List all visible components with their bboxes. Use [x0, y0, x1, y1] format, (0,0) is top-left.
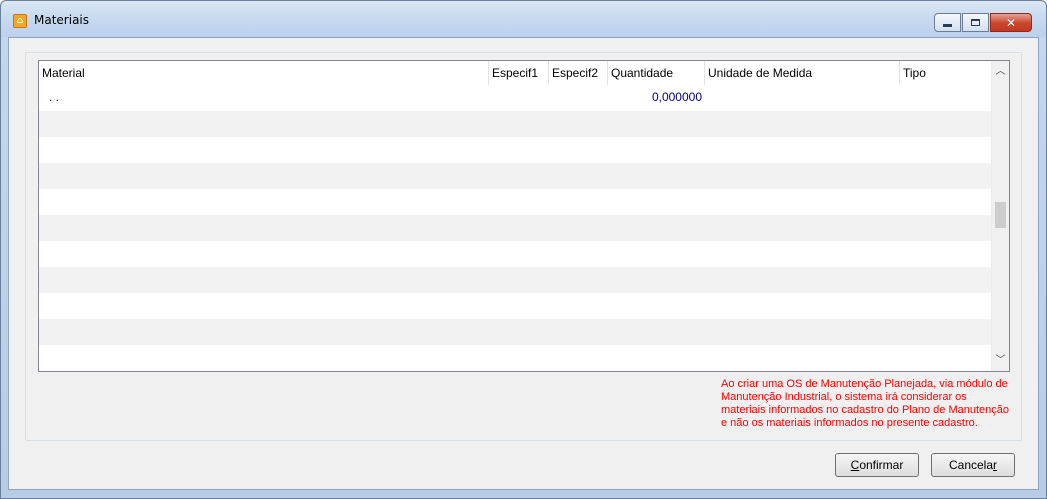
planned-maintenance-notice: Ao criar uma OS de Manutenção Planejada,…: [721, 378, 1010, 429]
minimize-icon: [943, 24, 952, 27]
title-bar[interactable]: ⌂ Materiais ✕: [1, 1, 1046, 37]
table-row[interactable]: [39, 345, 992, 371]
window-title: Materiais: [34, 13, 90, 27]
column-header-especif2[interactable]: Especif2: [549, 61, 608, 85]
minimize-button[interactable]: [934, 13, 961, 32]
chevron-up-icon[interactable]: ︿: [992, 63, 1009, 80]
caption-buttons: ✕: [933, 13, 1032, 32]
cancel-label-start: Cancela: [948, 458, 994, 472]
table-row[interactable]: [39, 319, 992, 345]
grid-header: Material Especif1 Especif2 Quantidade Un…: [39, 61, 992, 85]
scrollbar-thumb[interactable]: [995, 202, 1006, 228]
column-header-material[interactable]: Material: [39, 61, 489, 85]
table-row[interactable]: [39, 137, 992, 163]
cell-tipo[interactable]: [900, 85, 992, 111]
materials-grid[interactable]: Material Especif1 Especif2 Quantidade Un…: [38, 60, 1010, 372]
app-logo-icon: ⌂: [13, 14, 27, 28]
confirm-label-rest: onfirmar: [859, 458, 904, 472]
column-header-unidade-de-medida[interactable]: Unidade de Medida: [705, 61, 900, 85]
confirm-button[interactable]: Confirmar: [835, 453, 919, 477]
table-row[interactable]: [39, 293, 992, 319]
close-button[interactable]: ✕: [990, 13, 1032, 32]
table-row[interactable]: [39, 267, 992, 293]
cell-unidade[interactable]: [705, 85, 900, 111]
table-row[interactable]: . . 0,000000: [39, 85, 992, 111]
cell-quantidade[interactable]: 0,000000: [608, 85, 705, 111]
column-header-quantidade[interactable]: Quantidade: [608, 61, 705, 85]
cancel-mnemonic: r: [993, 458, 998, 472]
chevron-down-icon[interactable]: ﹀: [992, 352, 1009, 369]
cell-material[interactable]: . .: [39, 85, 489, 111]
column-header-especif1[interactable]: Especif1: [489, 61, 549, 85]
cancel-button[interactable]: Cancelar: [931, 453, 1015, 477]
close-icon: ✕: [1005, 15, 1017, 30]
vertical-scrollbar[interactable]: ︿ ﹀: [991, 61, 1009, 371]
cell-especif2[interactable]: [549, 85, 608, 111]
materials-groupbox: Material Especif1 Especif2 Quantidade Un…: [25, 52, 1022, 441]
table-row[interactable]: [39, 189, 992, 215]
grid-rows: . . 0,000000: [39, 85, 992, 371]
cell-especif1[interactable]: [489, 85, 549, 111]
table-row[interactable]: [39, 111, 992, 137]
client-area: Material Especif1 Especif2 Quantidade Un…: [8, 37, 1039, 490]
column-header-tipo[interactable]: Tipo: [900, 61, 992, 85]
table-row[interactable]: [39, 163, 992, 189]
table-row[interactable]: [39, 241, 992, 267]
materiais-window: ⌂ Materiais ✕ Material Especif1 Especif2…: [0, 0, 1047, 499]
table-row[interactable]: [39, 215, 992, 241]
maximize-button[interactable]: [962, 13, 989, 32]
maximize-icon: [971, 19, 980, 26]
